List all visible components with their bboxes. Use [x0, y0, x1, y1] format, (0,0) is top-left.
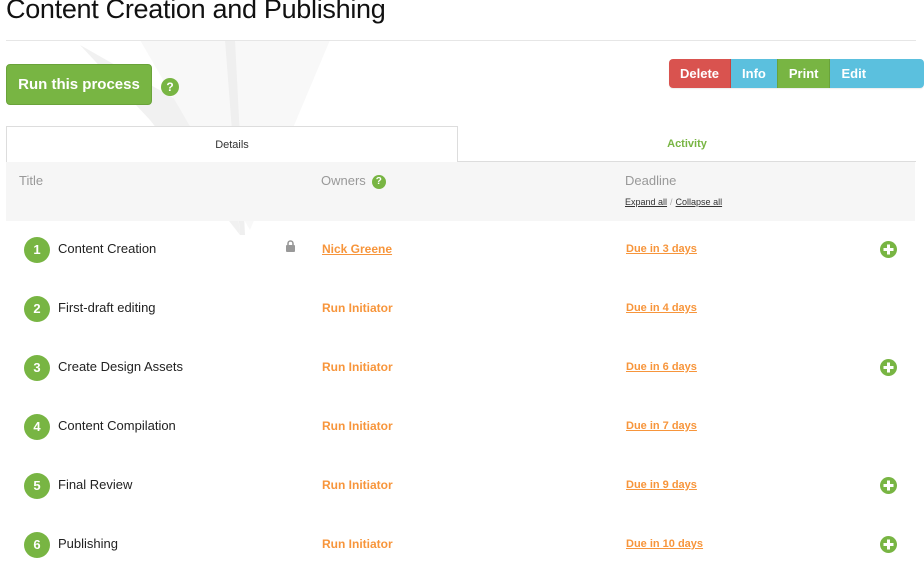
collapse-all-link[interactable]: Collapse all — [676, 197, 723, 207]
task-row: 3 Create Design Assets Run Initiator Due… — [6, 339, 915, 398]
expand-plus-icon[interactable] — [880, 241, 897, 258]
task-title[interactable]: Final Review — [58, 477, 132, 492]
task-row: 5 Final Review Run Initiator Due in 9 da… — [6, 457, 915, 516]
expand-plus-icon[interactable] — [880, 536, 897, 553]
delete-button[interactable]: Delete — [669, 59, 732, 88]
step-number-badge: 2 — [24, 296, 50, 322]
table-header: Title Owners? Deadline Expand all / Collap… — [6, 162, 915, 221]
tab-bar: Details Activity — [6, 126, 916, 162]
owner-link[interactable]: Run Initiator — [322, 478, 393, 492]
deadline-link[interactable]: Due in 4 days — [626, 302, 697, 314]
expand-all-link[interactable]: Expand all — [625, 197, 667, 207]
owner-link[interactable]: Run Initiator — [322, 537, 393, 551]
expand-plus-icon[interactable] — [880, 359, 897, 376]
task-title[interactable]: Create Design Assets — [58, 359, 183, 374]
tab-activity[interactable]: Activity — [458, 126, 916, 162]
separator: / — [670, 197, 673, 207]
owner-link[interactable]: Run Initiator — [322, 360, 393, 374]
owner-link[interactable]: Run Initiator — [322, 301, 393, 315]
task-row: 6 Publishing Run Initiator Due in 10 day… — [6, 516, 915, 569]
step-number-badge: 6 — [24, 532, 50, 558]
task-row: 1 Content Creation Nick Greene Due in 3 … — [6, 221, 915, 280]
deadline-link[interactable]: Due in 10 days — [626, 538, 703, 550]
column-header-deadline: Deadline — [625, 173, 677, 188]
column-header-owners: Owners? — [321, 173, 386, 189]
step-number-badge: 5 — [24, 473, 50, 499]
task-row: 2 First-draft editing Run Initiator Due … — [6, 280, 915, 339]
step-number-badge: 1 — [24, 237, 50, 263]
task-title[interactable]: Publishing — [58, 536, 118, 551]
owners-help-icon[interactable]: ? — [371, 175, 386, 189]
expand-collapse-controls: Expand all / Collapse all — [625, 197, 722, 207]
step-number-badge: 3 — [24, 355, 50, 381]
title-divider — [6, 40, 916, 41]
tab-details[interactable]: Details — [6, 126, 458, 162]
deadline-link[interactable]: Due in 9 days — [626, 479, 697, 491]
edit-process-button[interactable]: Edit process — [830, 59, 924, 88]
task-title[interactable]: Content Creation — [58, 241, 156, 256]
deadline-link[interactable]: Due in 6 days — [626, 361, 697, 373]
column-header-title: Title — [19, 173, 44, 188]
task-title[interactable]: First-draft editing — [58, 300, 156, 315]
owner-link[interactable]: Nick Greene — [322, 242, 392, 256]
help-icon[interactable]: ? — [161, 78, 179, 96]
run-process-button[interactable]: Run this process — [6, 64, 152, 105]
task-title[interactable]: Content Compilation — [58, 418, 176, 433]
owner-link[interactable]: Run Initiator — [322, 419, 393, 433]
info-button[interactable]: Info — [731, 59, 777, 88]
deadline-link[interactable]: Due in 3 days — [626, 243, 697, 255]
lock-icon — [286, 240, 295, 252]
process-actions: Delete Info Print Edit process — [669, 59, 924, 88]
deadline-link[interactable]: Due in 7 days — [626, 420, 697, 432]
task-list: 1 Content Creation Nick Greene Due in 3 … — [6, 221, 915, 569]
expand-plus-icon[interactable] — [880, 477, 897, 494]
column-header-owners-label: Owners — [321, 173, 366, 188]
task-row: 4 Content Compilation Run Initiator Due … — [6, 398, 915, 457]
print-button[interactable]: Print — [776, 59, 831, 88]
step-number-badge: 4 — [24, 414, 50, 440]
page-title: Content Creation and Publishing — [6, 0, 386, 24]
